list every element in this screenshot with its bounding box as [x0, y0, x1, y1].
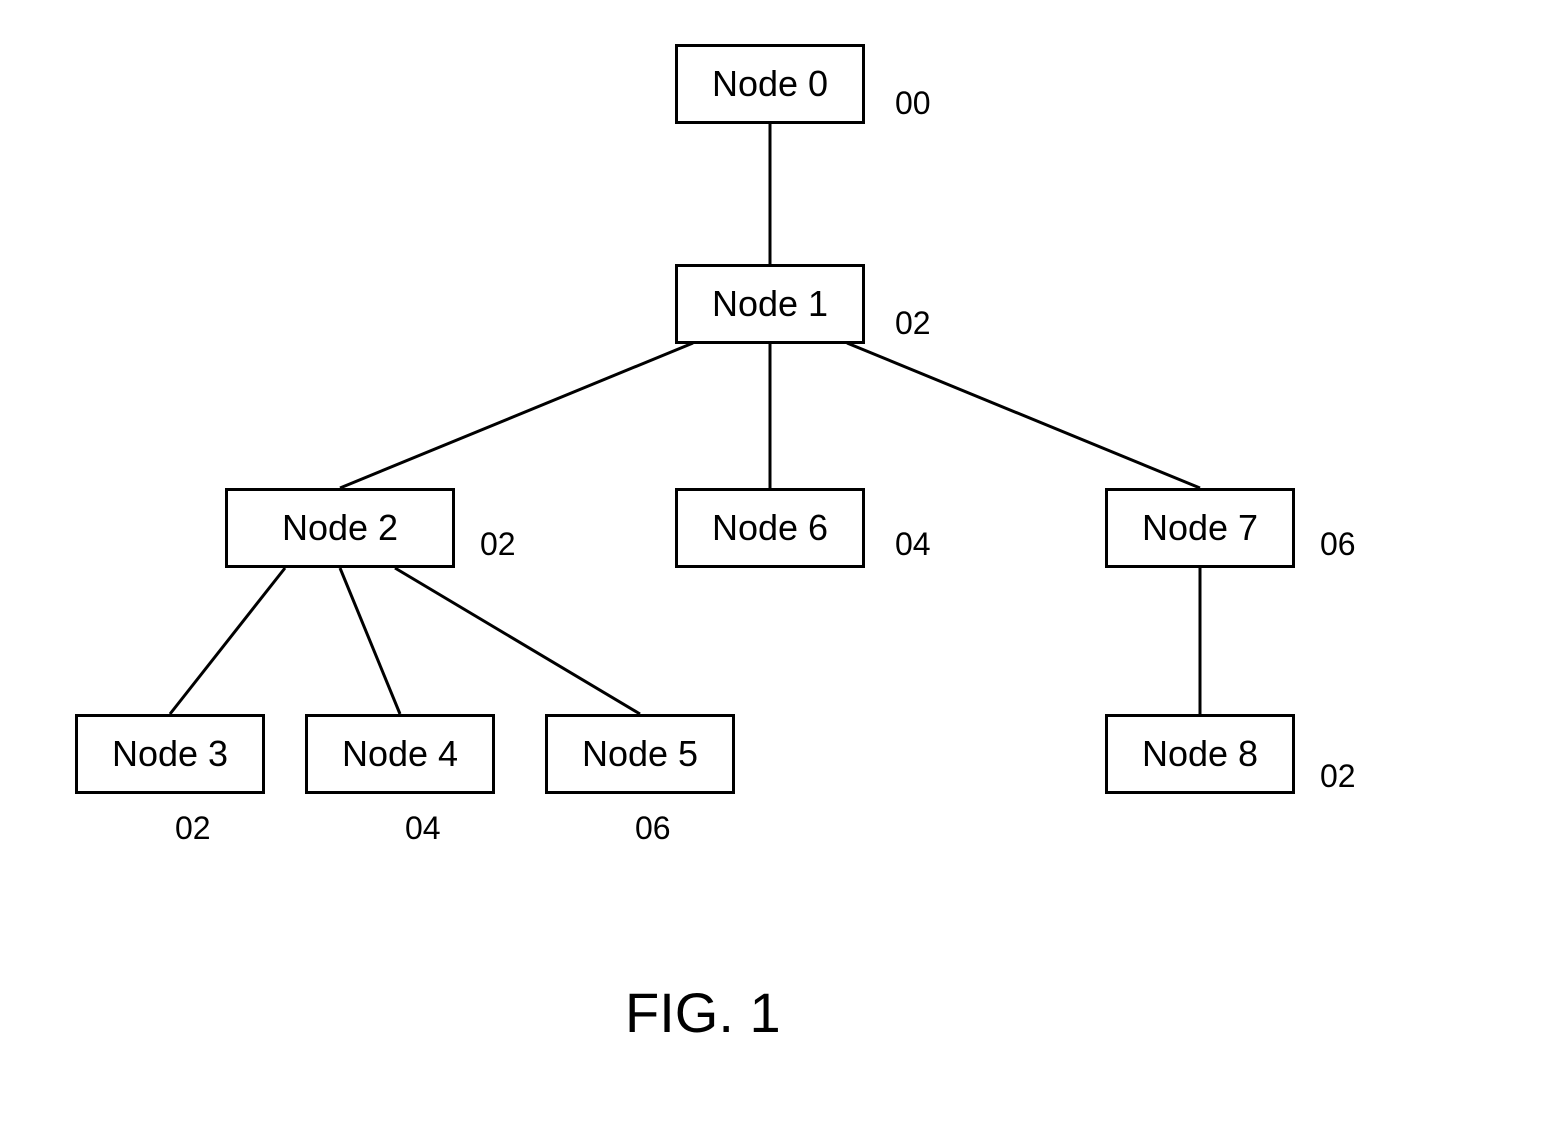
node-6: Node 6 — [675, 488, 865, 568]
node-5-ref: 06 — [635, 810, 671, 847]
node-8: Node 8 — [1105, 714, 1295, 794]
node-0-ref: 00 — [895, 85, 931, 122]
node-6-label: Node 6 — [712, 507, 828, 549]
node-5-label: Node 5 — [582, 733, 698, 775]
node-1-label: Node 1 — [712, 283, 828, 325]
node-7-ref: 06 — [1320, 526, 1356, 563]
node-5: Node 5 — [545, 714, 735, 794]
node-1-ref: 02 — [895, 305, 931, 342]
node-6-ref: 04 — [895, 526, 931, 563]
node-1: Node 1 — [675, 264, 865, 344]
node-2-label: Node 2 — [282, 507, 398, 549]
node-3-ref: 02 — [175, 810, 211, 847]
node-4: Node 4 — [305, 714, 495, 794]
figure-label: FIG. 1 — [625, 980, 781, 1045]
node-8-label: Node 8 — [1142, 733, 1258, 775]
node-2-ref: 02 — [480, 526, 516, 563]
node-0-label: Node 0 — [712, 63, 828, 105]
node-2: Node 2 — [225, 488, 455, 568]
node-8-ref: 02 — [1320, 758, 1356, 795]
node-3-label: Node 3 — [112, 733, 228, 775]
node-4-ref: 04 — [405, 810, 441, 847]
node-3: Node 3 — [75, 714, 265, 794]
node-7-label: Node 7 — [1142, 507, 1258, 549]
node-4-label: Node 4 — [342, 733, 458, 775]
node-0: Node 0 — [675, 44, 865, 124]
diagram-container: Node 0 00 Node 1 02 Node 2 02 Node 6 04 … — [0, 0, 1566, 1135]
node-7: Node 7 — [1105, 488, 1295, 568]
